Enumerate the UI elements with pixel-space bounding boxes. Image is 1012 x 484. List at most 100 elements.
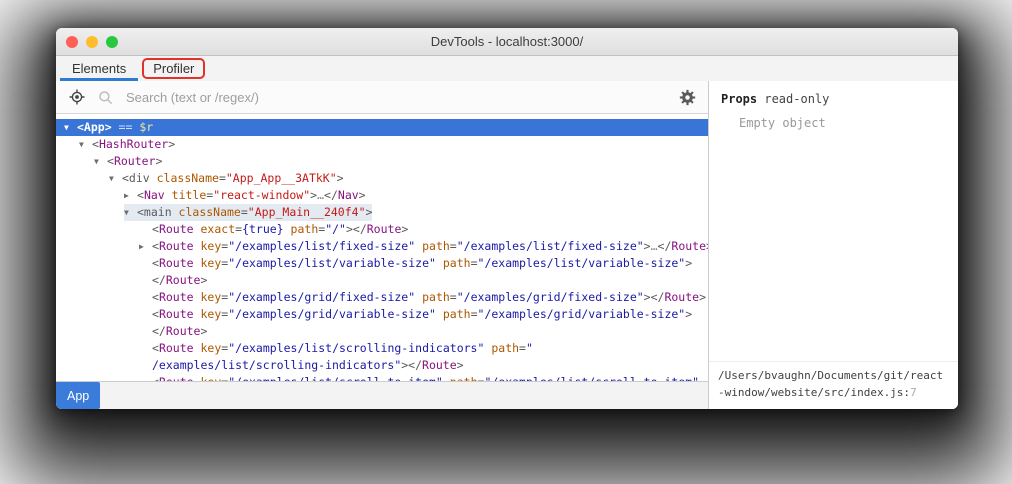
expand-arrow-down-icon[interactable]: ▼ — [109, 170, 122, 187]
code-segment: Route — [159, 222, 194, 236]
code-segment: ></ — [346, 222, 367, 236]
code-segment: {true} — [242, 222, 284, 236]
inspect-element-icon[interactable] — [68, 88, 86, 106]
tree-row-text: <Route key="/examples/grid/fixed-size" p… — [152, 289, 706, 306]
code-segment: key — [201, 290, 222, 304]
code-segment — [194, 307, 201, 321]
search-input[interactable] — [124, 89, 668, 106]
code-segment: > — [155, 154, 162, 168]
tree-row[interactable]: ▼<HashRouter> — [56, 136, 708, 153]
code-segment: < — [92, 137, 99, 151]
code-segment: $r — [139, 120, 153, 134]
tree-row-text: ▶<Route key="/examples/list/fixed-size" … — [139, 238, 708, 255]
code-segment: > — [457, 358, 464, 372]
tree-row[interactable]: <Route exact={true} path="/"></Route> — [56, 221, 708, 238]
code-segment: key — [201, 239, 222, 253]
code-segment: </ — [324, 188, 338, 202]
expand-arrow-right-icon[interactable]: ▶ — [124, 187, 137, 204]
tree-row[interactable]: <Route key="/examples/grid/variable-size… — [56, 306, 708, 323]
tree-row[interactable]: <Route key="/examples/list/scroll-to-ite… — [56, 374, 708, 381]
source-line-number: 7 — [910, 386, 917, 399]
code-segment: path — [291, 222, 319, 236]
tree-row[interactable]: ▶<Nav title="react-window">…</Nav> — [56, 187, 708, 204]
tab-label: Elements — [72, 61, 126, 76]
expand-arrow-down-icon[interactable]: ▼ — [94, 153, 107, 170]
code-segment: < — [152, 239, 159, 253]
code-segment: title — [172, 188, 207, 202]
code-segment: Route — [159, 256, 194, 270]
code-segment: > — [366, 205, 373, 219]
code-segment: Route — [664, 290, 699, 304]
props-heading: Props read-only — [721, 92, 946, 106]
code-segment: > — [401, 222, 408, 236]
window-title: DevTools - localhost:3000/ — [56, 34, 958, 49]
tab-profiler[interactable]: Profiler — [138, 56, 209, 81]
code-segment: "/examples/list/scrolling-indicators" — [228, 341, 484, 355]
search-row — [56, 81, 708, 114]
code-segment: "/examples/list/fixed-size" — [228, 239, 415, 253]
code-segment: < — [152, 307, 159, 321]
code-segment: Route — [159, 239, 194, 253]
code-segment: < — [107, 154, 114, 168]
code-segment: exact — [201, 222, 236, 236]
search-icon — [96, 88, 114, 106]
tree-row[interactable]: ▼<App> == $r — [56, 119, 708, 136]
tree-row[interactable]: <Route key="/examples/list/scrolling-ind… — [56, 340, 708, 357]
code-segment: > — [685, 256, 692, 270]
code-segment: Route — [159, 290, 194, 304]
tab-elements[interactable]: Elements — [60, 56, 138, 81]
element-tree: ▼<App> == $r▼<HashRouter>▼<Router>▼<div … — [56, 114, 708, 381]
code-segment: Nav — [338, 188, 359, 202]
expand-arrow-down-icon[interactable]: ▼ — [79, 136, 92, 153]
code-segment: <div — [122, 171, 157, 185]
tree-row[interactable]: ▼<Router> — [56, 153, 708, 170]
code-segment: "/examples/list/variable-size" — [228, 256, 436, 270]
code-segment: "/examples/grid/variable-size" — [478, 307, 686, 321]
expand-arrow-down-icon[interactable]: ▼ — [124, 204, 137, 221]
gear-icon[interactable] — [678, 88, 696, 106]
tab-bar: Elements Profiler — [56, 56, 958, 81]
code-segment: path — [443, 307, 471, 321]
code-segment: = — [241, 205, 248, 219]
tree-row-text: ▼<main className="App_Main__240f4"> — [124, 204, 372, 221]
code-segment: = — [219, 171, 226, 185]
tree-row[interactable]: ▶<Route key="/examples/list/fixed-size" … — [56, 238, 708, 255]
tree-row[interactable]: ▼<main className="App_Main__240f4"> — [56, 204, 708, 221]
code-segment: > — [337, 171, 344, 185]
code-segment: = — [471, 256, 478, 270]
code-segment: Route — [367, 222, 402, 236]
code-segment: … — [651, 239, 658, 253]
tree-row-text: ▼<div className="App_App__3ATkK"> — [109, 170, 344, 187]
code-segment: className — [179, 205, 241, 219]
code-segment: path — [491, 341, 519, 355]
breadcrumb-item-app[interactable]: App — [56, 382, 100, 409]
breadcrumb: App — [56, 381, 708, 409]
source-location[interactable]: /Users/bvaughn/Documents/git/react-windo… — [709, 361, 958, 409]
code-segment: path — [422, 239, 450, 253]
tab-label: Profiler — [142, 58, 205, 79]
code-segment: = — [450, 239, 457, 253]
tree-row-text: <Route exact={true} path="/"></Route> — [152, 221, 408, 238]
code-segment — [194, 290, 201, 304]
code-segment: key — [201, 307, 222, 321]
code-segment: </ — [658, 239, 672, 253]
code-segment: className — [157, 171, 219, 185]
expand-arrow-down-icon[interactable]: ▼ — [64, 119, 77, 136]
code-segment — [436, 307, 443, 321]
tree-row[interactable]: </Route> — [56, 323, 708, 340]
expand-arrow-right-icon[interactable]: ▶ — [139, 238, 152, 255]
code-segment: > — [685, 307, 692, 321]
title-bar: DevTools - localhost:3000/ — [56, 28, 958, 56]
tree-row-text: /examples/list/scrolling-indicators"></R… — [152, 357, 464, 374]
tree-row-text: <Route key="/examples/list/variable-size… — [152, 255, 692, 272]
tree-row[interactable]: <Route key="/examples/list/variable-size… — [56, 255, 708, 272]
code-segment: <App> — [77, 120, 112, 134]
tree-row[interactable]: </Route> — [56, 272, 708, 289]
code-segment: > — [200, 273, 207, 287]
code-segment: "/examples/grid/fixed-size" — [457, 290, 644, 304]
tree-row[interactable]: <Route key="/examples/grid/fixed-size" p… — [56, 289, 708, 306]
code-segment: < — [152, 222, 159, 236]
tree-row[interactable]: /examples/list/scrolling-indicators"></R… — [56, 357, 708, 374]
tree-row[interactable]: ▼<div className="App_App__3ATkK"> — [56, 170, 708, 187]
code-segment: < — [137, 188, 144, 202]
